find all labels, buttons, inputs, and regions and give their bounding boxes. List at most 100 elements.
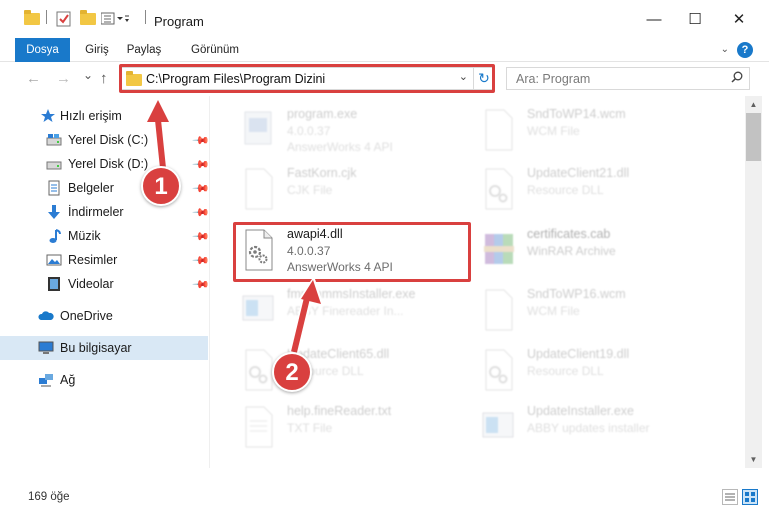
- sidebar-item-label: Yerel Disk (D:): [68, 157, 149, 171]
- computer-icon: [38, 341, 54, 354]
- forward-button[interactable]: →: [56, 70, 71, 87]
- sidebar-item-label: Hızlı erişim: [60, 109, 122, 123]
- up-button[interactable]: ↑: [100, 70, 108, 87]
- sidebar-item-pictures[interactable]: Resimler 📌: [0, 248, 210, 272]
- tiles-view-icon[interactable]: [742, 489, 758, 505]
- tab-file[interactable]: Dosya: [15, 38, 70, 62]
- sidebar-item-downloads[interactable]: İndirmeler 📌: [0, 200, 210, 224]
- file-name: FastKorn.cjk: [287, 166, 357, 180]
- tab-view[interactable]: Görünüm: [186, 38, 244, 62]
- properties-icon[interactable]: [56, 10, 71, 28]
- file-highlight-box: [233, 222, 471, 282]
- file-name: UpdateClient19.dll: [527, 347, 630, 361]
- pin-icon: 📌: [191, 251, 210, 270]
- file-name: SndToWP16.wcm: [527, 287, 626, 301]
- archive-icon: [484, 234, 514, 264]
- pin-icon: 📌: [191, 203, 210, 222]
- search-icon[interactable]: [731, 71, 743, 83]
- ribbon-tabs: Dosya Giriş Paylaş Görünüm ⌄ ?: [0, 38, 769, 62]
- close-button[interactable]: ✕: [716, 0, 762, 38]
- file-item[interactable]: UpdateClient21.dll Resource DLL: [477, 163, 717, 219]
- sidebar-item-label: Yerel Disk (C:): [68, 133, 149, 147]
- tab-share[interactable]: Paylaş: [121, 38, 167, 62]
- sidebar-item-quick-access[interactable]: Hızlı erişim: [0, 104, 208, 128]
- videos-icon: [48, 277, 60, 291]
- search-placeholder: Ara: Program: [516, 72, 591, 86]
- customize-quick-access-icon[interactable]: [101, 10, 129, 28]
- network-icon: [39, 374, 53, 387]
- file-type: WinRAR Archive: [527, 244, 616, 258]
- installer-icon: [482, 412, 514, 438]
- tab-home[interactable]: Giriş: [79, 38, 115, 62]
- pictures-icon: [46, 254, 62, 266]
- drive-icon: [46, 161, 62, 170]
- expand-ribbon-icon[interactable]: ⌄: [721, 44, 729, 55]
- scrollbar-thumb[interactable]: [746, 113, 761, 161]
- sidebar-item-music[interactable]: Müzik 📌: [0, 224, 210, 248]
- scroll-down-icon[interactable]: ▼: [745, 451, 762, 468]
- file-type: ABBY Finereader In...: [287, 304, 404, 318]
- file-item[interactable]: program.exe 4.0.0.37 AnswerWorks 4 API: [237, 104, 477, 160]
- file-item[interactable]: UpdateClient19.dll Resource DLL: [477, 344, 717, 400]
- pin-icon: 📌: [191, 275, 210, 294]
- file-list: program.exe 4.0.0.37 AnswerWorks 4 API S…: [211, 96, 743, 468]
- file-name: SndToWP14.wcm: [527, 107, 626, 121]
- sidebar-item-videos[interactable]: Videolar 📌: [0, 272, 210, 296]
- blank-file-icon: [245, 168, 273, 210]
- sidebar-item-network[interactable]: Ağ: [0, 368, 208, 392]
- file-type: WCM File: [527, 304, 580, 318]
- back-button[interactable]: ←: [26, 70, 41, 87]
- file-item[interactable]: certificates.cab WinRAR Archive: [477, 224, 717, 280]
- folder-icon: [24, 10, 40, 28]
- address-highlight-box: [119, 64, 495, 93]
- file-item[interactable]: fmmmmmsInstaller.exe ABBY Finereader In.…: [237, 284, 477, 340]
- sidebar-item-label: OneDrive: [60, 309, 113, 323]
- dll-icon: [245, 349, 273, 391]
- pin-icon: 📌: [191, 179, 210, 198]
- vertical-scrollbar[interactable]: ▲ ▼: [745, 96, 762, 468]
- scroll-up-icon[interactable]: ▲: [745, 96, 762, 113]
- installer-icon: [242, 295, 274, 321]
- file-item[interactable]: SndToWP16.wcm WCM File: [477, 284, 717, 340]
- pin-icon: 📌: [191, 155, 210, 174]
- file-name: program.exe: [287, 107, 358, 121]
- file-type: Resource DLL: [527, 183, 604, 197]
- file-name: help.fineReader.txt: [287, 404, 392, 418]
- minimize-button[interactable]: —: [631, 0, 677, 38]
- file-type: TXT File: [287, 421, 333, 435]
- sidebar-item-onedrive[interactable]: OneDrive: [0, 304, 208, 328]
- recent-locations-button[interactable]: ⌄: [83, 68, 93, 82]
- file-name: UpdateInstaller.exe: [527, 404, 635, 418]
- file-name: UpdateClient21.dll: [527, 166, 630, 180]
- sidebar-item-local-disk-d[interactable]: Yerel Disk (D:) 📌: [0, 152, 210, 176]
- file-type: WCM File: [527, 124, 580, 138]
- file-name: certificates.cab: [527, 227, 611, 241]
- blank-file-icon: [485, 289, 513, 331]
- help-icon[interactable]: ?: [737, 42, 753, 58]
- title-bar: Program — ☐ ✕: [0, 0, 769, 38]
- exe-icon: [244, 111, 272, 145]
- file-item[interactable]: FastKorn.cjk CJK File: [237, 163, 477, 219]
- sidebar-item-local-disk-c[interactable]: Yerel Disk (C:) 📌: [0, 128, 210, 152]
- file-item[interactable]: SndToWP14.wcm WCM File: [477, 104, 717, 160]
- step-1-badge: 1: [141, 166, 181, 206]
- sidebar-item-label: İndirmeler: [68, 205, 124, 219]
- search-input[interactable]: Ara: Program: [506, 67, 750, 90]
- dll-icon: [485, 168, 513, 210]
- maximize-button[interactable]: ☐: [672, 0, 718, 38]
- details-view-icon[interactable]: [722, 489, 738, 505]
- star-icon: [41, 109, 55, 122]
- file-item[interactable]: help.fineReader.txt TXT File: [237, 401, 477, 457]
- sidebar-item-this-pc[interactable]: Bu bilgisayar: [0, 336, 208, 360]
- navigation-pane: Hızlı erişim Yerel Disk (C:) 📌 Yerel Dis…: [0, 96, 210, 468]
- sidebar-item-label: Videolar: [68, 277, 114, 291]
- file-name: fmmmmmsInstaller.exe: [287, 287, 416, 301]
- file-type: Resource DLL: [527, 364, 604, 378]
- toolbar-divider: [46, 10, 47, 24]
- file-version: 4.0.0.37: [287, 124, 331, 138]
- sidebar-item-label: Belgeler: [68, 181, 114, 195]
- file-item[interactable]: UpdateInstaller.exe ABBY updates install…: [477, 401, 717, 457]
- downloads-icon: [48, 205, 60, 219]
- new-folder-icon[interactable]: [80, 10, 96, 28]
- item-count: 169 öğe: [28, 491, 70, 503]
